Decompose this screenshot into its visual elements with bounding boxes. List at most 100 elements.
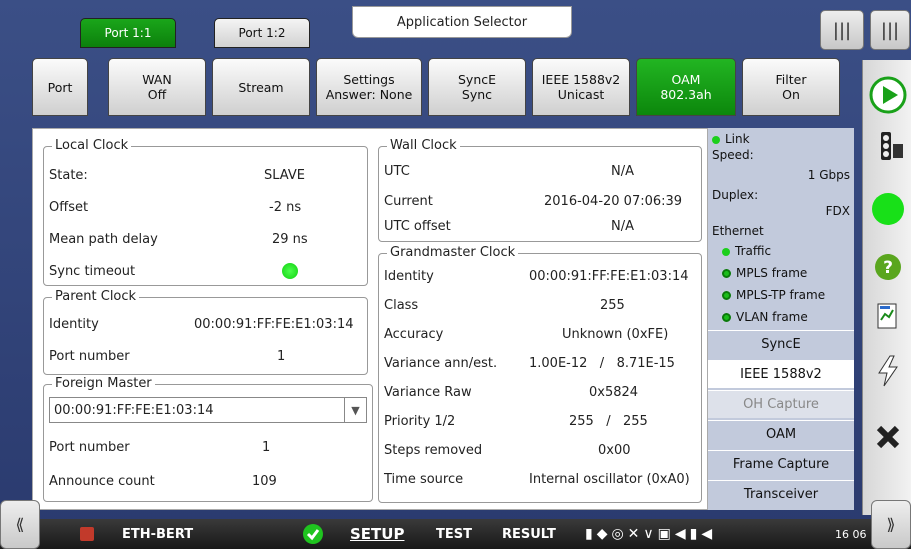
utc-label: UTC (384, 163, 410, 179)
sync-timeout-indicator (282, 263, 298, 279)
link-label: Link (725, 132, 750, 146)
priority-value: 255 / 255 (569, 413, 648, 429)
variance-raw-label: Variance Raw (384, 384, 472, 400)
tab-sublabel: Sync (461, 87, 493, 102)
side-tab-ieee1588[interactable]: IEEE 1588v2 (708, 360, 854, 388)
gm-variance-raw-row: Variance Raw 0x5824 (379, 376, 701, 408)
offset-label: Offset (49, 199, 89, 215)
gm-variance-row: Variance ann/est. 1.00E-12 / 8.71E-15 (379, 347, 701, 379)
local-clock-group: Local Clock State: SLAVE Offset -2 ns Me… (43, 138, 368, 286)
utc-value: N/A (611, 163, 634, 179)
offset-value: -2 ns (269, 199, 302, 215)
port-tab-label: Port 1:2 (238, 26, 286, 40)
help-icon[interactable]: ? (867, 246, 909, 288)
test-tab[interactable]: TEST (436, 519, 472, 549)
mplstp-led-icon (722, 291, 731, 300)
traffic-led-icon (722, 247, 730, 256)
tab-port[interactable]: Port (32, 58, 88, 116)
mpls-status: MPLS frame (722, 266, 807, 280)
local-clock-title: Local Clock (52, 138, 132, 153)
system-tray-icons: ▮◆◎✕∨▣◀▮◀ (585, 526, 717, 542)
grandmaster-title: Grandmaster Clock (387, 245, 519, 260)
application-selector[interactable]: Application Selector (352, 6, 572, 38)
state-value: SLAVE (264, 167, 305, 183)
tab-label: Port (47, 79, 73, 95)
setup-status-icon (302, 519, 324, 549)
side-tab-transceiver[interactable]: Transceiver (708, 480, 854, 508)
identity-value: 00:00:91:FF:FE:E1:03:14 (529, 268, 689, 284)
side-tab-label: OH Capture (743, 397, 819, 412)
tab-synce[interactable]: SyncE Sync (428, 58, 526, 116)
duplex-label: Duplex: (712, 188, 759, 202)
class-label: Class (384, 297, 419, 313)
vlan-status: VLAN frame (722, 310, 808, 324)
tab-oam[interactable]: OAM 802.3ah (636, 58, 736, 116)
mpd-label: Mean path delay (49, 231, 158, 247)
identity-label: Identity (384, 268, 434, 284)
speed-value: 1 Gbps (807, 168, 850, 182)
status-led-icon[interactable] (867, 188, 909, 230)
priority-label: Priority 1/2 (384, 413, 456, 429)
play-icon[interactable] (867, 74, 909, 116)
tab-label: SyncE (457, 72, 497, 87)
bottom-bar: ETH-BERT SETUP TEST RESULT ▮◆◎✕∨▣◀▮◀ 16 … (0, 519, 911, 549)
app-name[interactable]: ETH-BERT (122, 519, 193, 549)
gm-time-source-row: Time source Internal oscillator (0xA0) (379, 463, 701, 495)
tab-label: Stream (238, 79, 284, 95)
vlan-label: VLAN frame (736, 310, 808, 324)
local-mpd-row: Mean path delay 29 ns (44, 223, 367, 255)
menu-icon[interactable]: ||| (820, 10, 864, 50)
gm-accuracy-row: Accuracy Unknown (0xFE) (379, 318, 701, 350)
report-icon[interactable] (867, 296, 909, 338)
mplstp-label: MPLS-TP frame (736, 288, 826, 302)
sync-timeout-label: Sync timeout (49, 263, 136, 279)
class-value: 255 (600, 297, 625, 313)
identity-label: Identity (49, 316, 99, 332)
side-tab-label: SyncE (761, 337, 801, 352)
announce-count-label: Announce count (49, 473, 155, 489)
tab-sublabel: Answer: None (325, 87, 413, 102)
chevron-down-icon[interactable]: ▼ (344, 398, 366, 422)
tab-wan[interactable]: WAN Off (108, 58, 206, 116)
side-tab-frame-capture[interactable]: Frame Capture (708, 450, 854, 478)
foreign-master-select[interactable]: 00:00:91:FF:FE:E1:03:14 ▼ (49, 397, 367, 423)
tab-sublabel: On (782, 87, 800, 102)
state-label: State: (49, 167, 88, 183)
status-panel: Link Speed: 1 Gbps Duplex: FDX Ethernet … (708, 128, 854, 510)
traffic-light-icon[interactable] (867, 126, 909, 168)
close-icon[interactable] (867, 416, 909, 458)
side-tab-label: OAM (765, 427, 797, 442)
side-tab-label: Frame Capture (732, 457, 830, 472)
port-number-value: 1 (262, 439, 271, 455)
side-tab-oam[interactable]: OAM (708, 420, 854, 448)
parent-clock-group: Parent Clock Identity 00:00:91:FF:FE:E1:… (43, 289, 368, 375)
foreign-master-group: Foreign Master 00:00:91:FF:FE:E1:03:14 ▼… (43, 376, 373, 502)
app-icon (80, 527, 94, 541)
chevron-right-icon[interactable]: ⟫ (871, 500, 911, 549)
mpls-label: MPLS frame (736, 266, 808, 280)
foreign-announce-row: Announce count 109 (44, 465, 372, 497)
port-tab-1-2[interactable]: Port 1:2 (214, 18, 310, 48)
port-tab-1-1[interactable]: Port 1:1 (80, 18, 176, 48)
grandmaster-clock-group: Grandmaster Clock Identity 00:00:91:FF:F… (378, 245, 702, 503)
tab-label: OAM (671, 72, 701, 87)
setup-tab[interactable]: SETUP (350, 519, 404, 549)
menu-icon-2[interactable]: ||| (870, 10, 910, 50)
mpd-value: 29 ns (272, 231, 308, 247)
accuracy-value: Unknown (0xFE) (562, 326, 669, 342)
tab-settings[interactable]: Settings Answer: None (316, 58, 422, 116)
result-tab[interactable]: RESULT (502, 519, 556, 549)
side-tab-oh-capture[interactable]: OH Capture (708, 390, 854, 418)
gm-priority-row: Priority 1/2 255 / 255 (379, 405, 701, 437)
gm-steps-row: Steps removed 0x00 (379, 434, 701, 466)
side-tab-synce[interactable]: SyncE (708, 330, 854, 358)
port-tab-label: Port 1:1 (104, 26, 152, 40)
side-tab-label: IEEE 1588v2 (740, 367, 822, 382)
lightning-icon[interactable] (867, 350, 909, 392)
tab-filter[interactable]: Filter On (742, 58, 840, 116)
tab-stream[interactable]: Stream (212, 58, 310, 116)
identity-value: 00:00:91:FF:FE:E1:03:14 (194, 316, 354, 332)
chevron-left-icon[interactable]: ⟪ (0, 500, 40, 549)
application-selector-label: Application Selector (396, 14, 528, 30)
tab-ieee1588[interactable]: IEEE 1588v2 Unicast (532, 58, 630, 116)
